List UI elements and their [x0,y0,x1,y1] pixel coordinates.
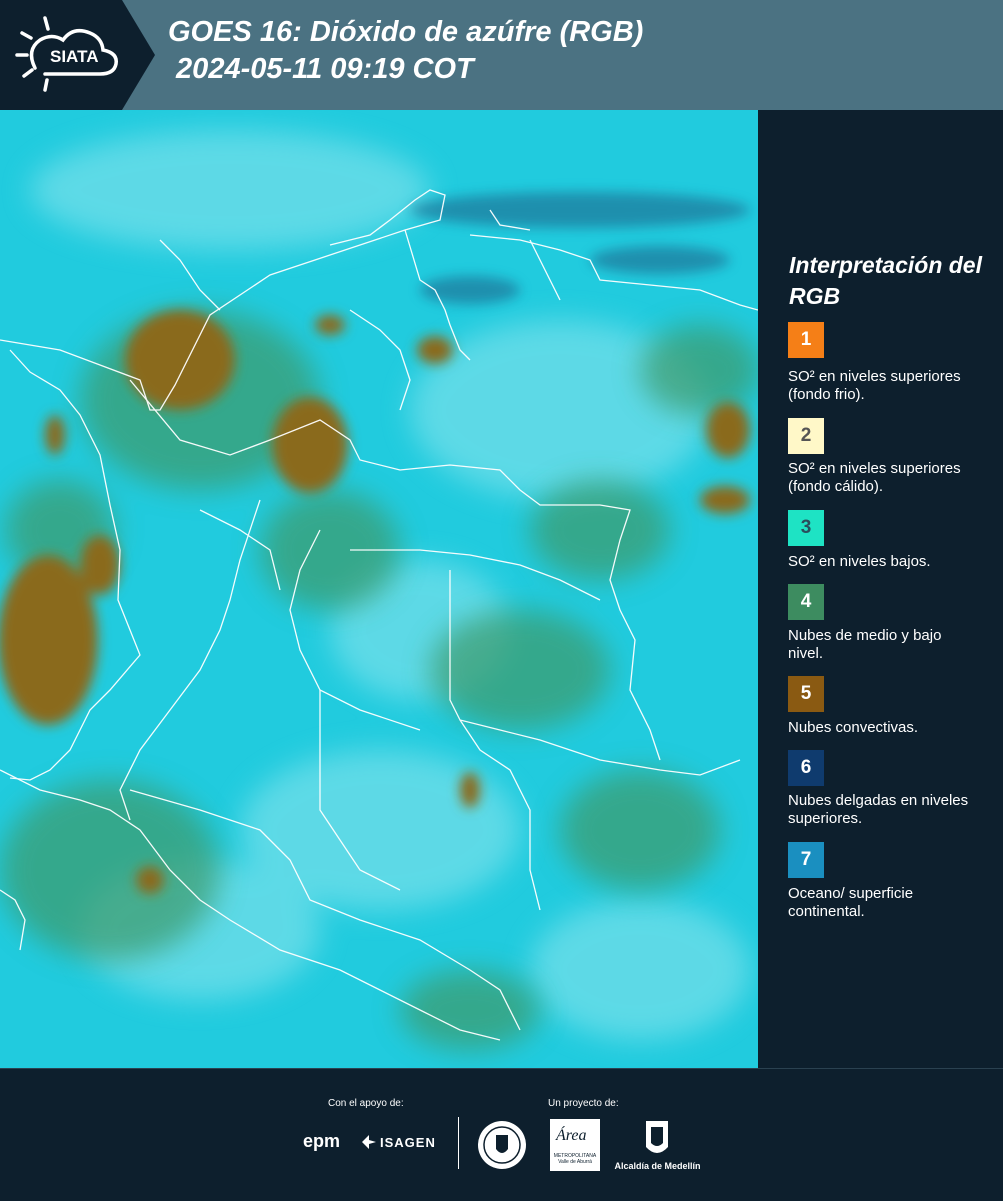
isagen-logo: ISAGEN [360,1133,440,1153]
legend-swatch-5: 5 [788,676,824,712]
alcaldia-logo: Alcaldía de Medellín [610,1119,705,1179]
legend-swatch-2: 2 [788,418,824,454]
page-title: GOES 16: Dióxido de azúfre (RGB) 2024-05… [168,16,644,85]
legend-swatch-4: 4 [788,584,824,620]
legend-number-1: 1 [800,329,812,350]
siata-logo: SIATA [0,0,155,110]
footer-divider [458,1117,459,1169]
legend-swatch-6: 6 [788,750,824,786]
header-bar: SIATA GOES 16: Dióxido de azúfre (RGB) 2… [0,0,1003,110]
sun-cloud-icon: SIATA [15,16,118,92]
legend-panel: Interpretación del RGB 1 SO² en niveles … [762,110,1003,1068]
epm-logo: epm [303,1131,341,1151]
medellin-seal-icon [478,1121,526,1169]
legend-number-2: 2 [800,425,812,446]
legend-label-5: Nubes convectivas. [788,719,919,736]
area-logo-subtext: METROPOLITANA Valle de Aburrá [553,1153,597,1165]
legend-swatch-7: 7 [788,842,824,878]
legend-label-1: SO² en niveles superiores (fondo frio). [788,368,961,403]
alcaldia-text: Alcaldía de Medellín [614,1161,701,1171]
alcaldia-shield-icon [646,1121,668,1153]
area-logo-text: Área [556,1127,587,1144]
legend-title: Interpretación del RGB [789,252,982,309]
legend-label-4: Nubes de medio y bajo nivel. [788,627,942,662]
legend-number-4: 4 [800,591,812,612]
legend-label-7: Oceano/ superficie continental. [788,885,914,920]
legend-number-5: 5 [800,683,812,704]
footer: Con el apoyo de: Un proyecto de: epm ISA… [0,1068,1003,1201]
legend-number-6: 6 [800,757,812,778]
legend-label-3: SO² en niveles bajos. [788,553,931,570]
isagen-text: ISAGEN [380,1135,436,1150]
legend-label-2: SO² en niveles superiores (fondo cálido)… [788,460,961,495]
support-label: Con el apoyo de: [328,1098,404,1109]
legend-label-6: Nubes delgadas en niveles superiores. [788,792,969,827]
legend-number-7: 7 [800,849,812,870]
area-metropolitana-logo: Área METROPOLITANA Valle de Aburrá [550,1119,600,1171]
project-label: Un proyecto de: [548,1098,619,1109]
siata-logo-text: SIATA [50,47,98,66]
legend-swatch-1: 1 [788,322,824,358]
satellite-map [0,110,758,1068]
legend-swatch-3: 3 [788,510,824,546]
isagen-mark-icon [362,1135,376,1149]
legend-number-3: 3 [800,517,812,538]
map-image [0,110,758,1068]
